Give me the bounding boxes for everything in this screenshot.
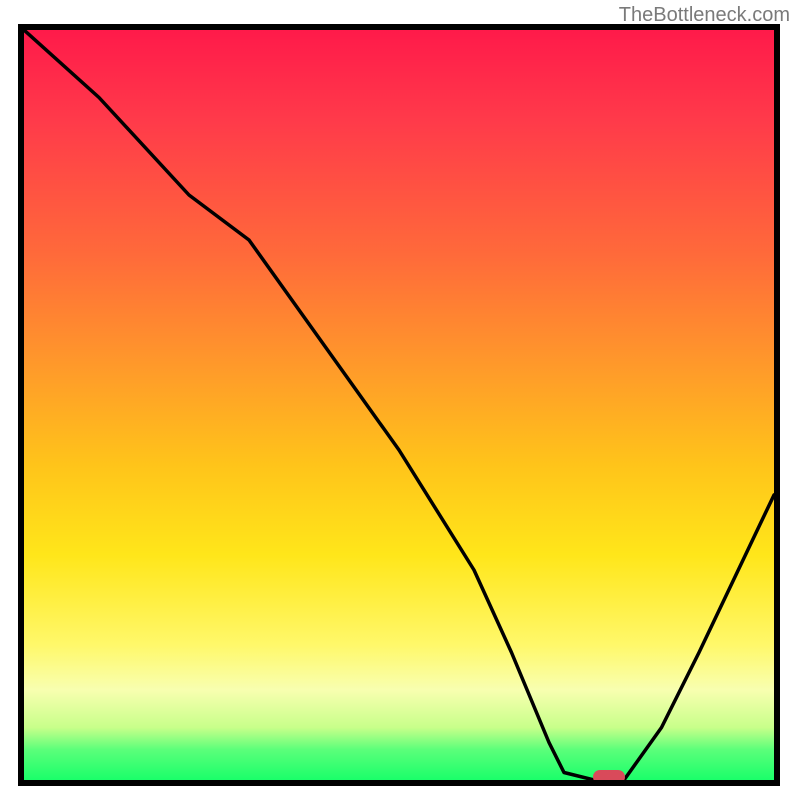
plot-area (18, 24, 780, 786)
watermark-text: TheBottleneck.com (619, 4, 790, 27)
optimal-marker (593, 770, 625, 784)
bottleneck-curve (24, 30, 774, 780)
